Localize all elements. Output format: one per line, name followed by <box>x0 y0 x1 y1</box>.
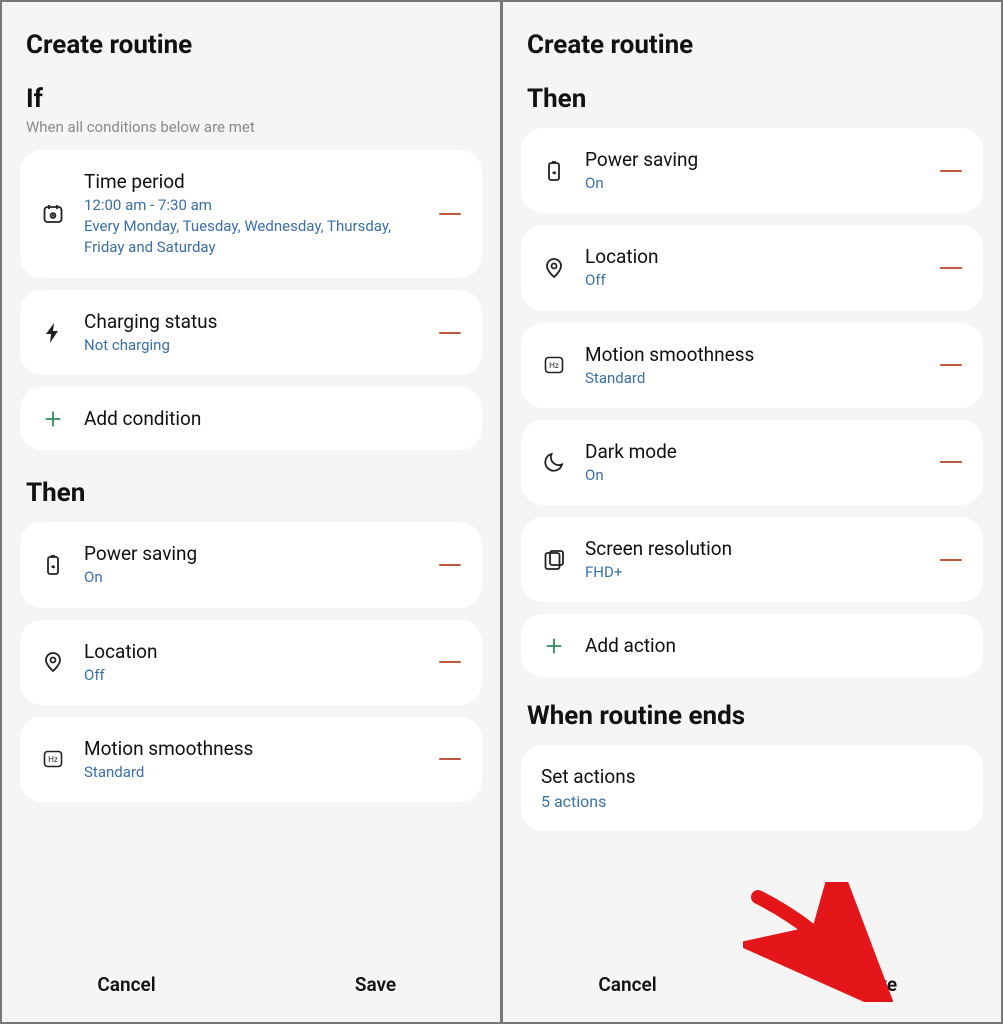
action-dark-mode[interactable]: Dark mode On <box>521 420 983 505</box>
action-location[interactable]: Location Off <box>20 620 482 705</box>
remove-action-button[interactable] <box>436 648 464 676</box>
action-value: Off <box>84 665 420 685</box>
remove-action-button[interactable] <box>937 546 965 574</box>
condition-time-period[interactable]: Time period 12:00 am - 7:30 am Every Mon… <box>20 150 482 278</box>
action-title: Location <box>84 640 420 663</box>
remove-action-button[interactable] <box>937 157 965 185</box>
set-actions-title: Set actions <box>541 765 963 788</box>
hz-icon: Hz <box>539 353 569 377</box>
cancel-button[interactable]: Cancel <box>503 973 752 996</box>
action-value: Standard <box>585 368 921 388</box>
set-actions-card[interactable]: Set actions 5 actions <box>521 745 983 831</box>
svg-text:Hz: Hz <box>48 755 58 764</box>
action-value: On <box>585 173 921 193</box>
location-pin-icon <box>38 650 68 674</box>
calendar-icon <box>38 202 68 226</box>
set-actions-value: 5 actions <box>541 792 963 811</box>
add-action-button[interactable]: Add action <box>521 614 983 677</box>
add-condition-button[interactable]: Add condition <box>20 387 482 450</box>
battery-leaf-icon <box>38 553 68 577</box>
remove-action-button[interactable] <box>937 254 965 282</box>
action-motion-smoothness[interactable]: Hz Motion smoothness Standard <box>20 717 482 802</box>
cancel-button[interactable]: Cancel <box>2 973 251 996</box>
bottom-bar: Cancel Save <box>2 953 500 1022</box>
action-power-saving[interactable]: Power saving On <box>521 128 983 213</box>
remove-condition-button[interactable] <box>436 200 464 228</box>
phone-right: Create routine Then Power saving On <box>502 0 1003 1024</box>
action-screen-resolution[interactable]: Screen resolution FHD+ <box>521 517 983 602</box>
resolution-icon <box>539 548 569 572</box>
action-value: On <box>585 465 921 485</box>
phone-left: Create routine If When all conditions be… <box>0 0 502 1024</box>
if-section-title: If <box>26 84 482 114</box>
remove-action-button[interactable] <box>436 745 464 773</box>
bolt-icon <box>38 321 68 345</box>
action-title: Motion smoothness <box>84 737 420 760</box>
save-button[interactable]: Save <box>752 973 1001 996</box>
plus-icon <box>539 635 569 657</box>
remove-action-button[interactable] <box>436 551 464 579</box>
left-scroll: Create routine If When all conditions be… <box>2 2 500 953</box>
action-title: Location <box>585 245 921 268</box>
add-condition-label: Add condition <box>84 407 201 430</box>
condition-charging-status[interactable]: Charging status Not charging <box>20 290 482 375</box>
remove-action-button[interactable] <box>937 448 965 476</box>
battery-leaf-icon <box>539 159 569 183</box>
action-value: Standard <box>84 762 420 782</box>
remove-action-button[interactable] <box>937 351 965 379</box>
when-ends-title: When routine ends <box>527 701 983 731</box>
moon-icon <box>539 450 569 474</box>
action-title: Power saving <box>585 148 921 171</box>
remove-condition-button[interactable] <box>436 319 464 347</box>
action-value: Off <box>585 270 921 290</box>
action-motion-smoothness[interactable]: Hz Motion smoothness Standard <box>521 323 983 408</box>
action-title: Dark mode <box>585 440 921 463</box>
action-value: On <box>84 567 420 587</box>
location-pin-icon <box>539 256 569 280</box>
page-title: Create routine <box>26 30 482 60</box>
condition-value: 12:00 am - 7:30 am Every Monday, Tuesday… <box>84 195 420 258</box>
action-value: FHD+ <box>585 562 921 582</box>
hz-icon: Hz <box>38 747 68 771</box>
action-location[interactable]: Location Off <box>521 225 983 310</box>
condition-value: Not charging <box>84 335 420 355</box>
save-button[interactable]: Save <box>251 973 500 996</box>
right-scroll: Create routine Then Power saving On <box>503 2 1001 953</box>
page-title: Create routine <box>527 30 983 60</box>
condition-title: Time period <box>84 170 420 193</box>
add-action-label: Add action <box>585 634 676 657</box>
if-section-subtitle: When all conditions below are met <box>26 118 482 136</box>
action-title: Screen resolution <box>585 537 921 560</box>
bottom-bar: Cancel Save <box>503 953 1001 1022</box>
svg-text:Hz: Hz <box>549 361 559 370</box>
action-title: Motion smoothness <box>585 343 921 366</box>
then-section-title: Then <box>26 478 482 508</box>
then-section-title: Then <box>527 84 983 114</box>
condition-title: Charging status <box>84 310 420 333</box>
action-title: Power saving <box>84 542 420 565</box>
action-power-saving[interactable]: Power saving On <box>20 522 482 607</box>
plus-icon <box>38 408 68 430</box>
